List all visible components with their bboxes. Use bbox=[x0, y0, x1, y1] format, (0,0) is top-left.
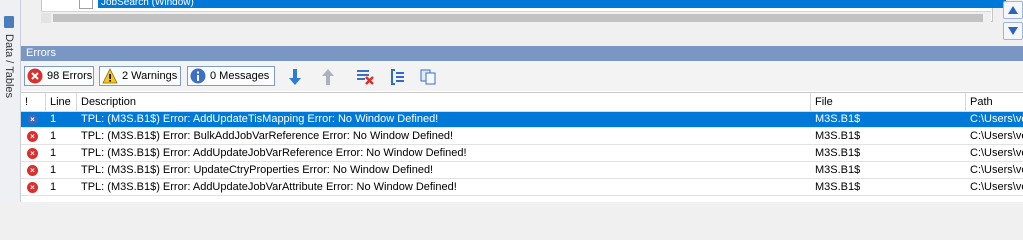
row-line: 1 bbox=[50, 113, 57, 125]
table-header: ! Line Description File Path bbox=[21, 93, 1023, 112]
row-description: TPL: (M3S.B1$) Error: AddUpdateJobVarRef… bbox=[81, 147, 467, 159]
row-file: M3S.B1$ bbox=[815, 130, 861, 142]
up-arrow-button[interactable] bbox=[1003, 1, 1023, 19]
list-bracket-icon bbox=[391, 69, 404, 85]
previous-error-button[interactable] bbox=[319, 68, 337, 86]
row-file: M3S.B1$ bbox=[815, 113, 861, 125]
down-arrow-button[interactable] bbox=[1003, 22, 1023, 40]
warnings-filter-button[interactable]: 2 Warnings bbox=[99, 66, 181, 86]
row-line: 1 bbox=[50, 164, 57, 176]
arrow-up-icon bbox=[1008, 6, 1018, 14]
clear-list-button[interactable] bbox=[357, 68, 375, 86]
errors-table: ! Line Description File Path × 1 TPL: (M… bbox=[21, 92, 1023, 203]
errors-count-label: 98 Errors bbox=[47, 70, 93, 82]
column-header-file[interactable]: File bbox=[811, 93, 966, 111]
row-line: 1 bbox=[50, 181, 57, 193]
row-path: C:\Users\ve bbox=[970, 181, 1023, 193]
row-path: C:\Users\ve bbox=[970, 113, 1023, 125]
row-file: M3S.B1$ bbox=[815, 147, 861, 159]
database-icon[interactable] bbox=[4, 16, 14, 28]
warnings-count-label: 2 Warnings bbox=[122, 70, 178, 82]
errors-toolbar: 98 Errors 2 Warnings 0 Messages bbox=[21, 61, 1023, 91]
copy-button[interactable] bbox=[419, 68, 437, 86]
arrow-down-icon bbox=[289, 69, 301, 85]
collapse-list-button[interactable] bbox=[388, 68, 406, 86]
row-line: 1 bbox=[50, 147, 57, 159]
copy-icon bbox=[420, 69, 436, 85]
error-icon: × bbox=[27, 182, 38, 193]
row-file: M3S.B1$ bbox=[815, 181, 861, 193]
scroll-left-button[interactable] bbox=[41, 13, 51, 23]
table-row[interactable]: × 1 TPL: (M3S.B1$) Error: AddUpdateJobVa… bbox=[21, 180, 1023, 196]
table-row[interactable]: × 1 TPL: (M3S.B1$) Error: AddUpdateJobVa… bbox=[21, 146, 1023, 162]
row-description: TPL: (M3S.B1$) Error: AddUpdateJobVarAtt… bbox=[81, 181, 457, 193]
tree-item-selected[interactable]: JobSearch (Window) bbox=[98, 0, 1006, 8]
tree-horizontal-scrollbar[interactable] bbox=[41, 11, 991, 24]
row-path: C:\Users\ve bbox=[970, 130, 1023, 142]
panel-title: Errors bbox=[21, 46, 1023, 61]
row-description: TPL: (M3S.B1$) Error: AddUpdateTisMappin… bbox=[81, 113, 439, 125]
arrow-up-icon bbox=[322, 69, 334, 85]
error-icon: × bbox=[27, 114, 38, 125]
arrow-down-icon bbox=[1008, 27, 1018, 35]
row-path: C:\Users\ve bbox=[970, 164, 1023, 176]
warning-icon bbox=[102, 68, 118, 84]
messages-filter-button[interactable]: 0 Messages bbox=[187, 66, 275, 86]
row-description: TPL: (M3S.B1$) Error: BulkAddJobVarRefer… bbox=[81, 130, 454, 142]
tree-scroll-wrap bbox=[21, 8, 998, 24]
data-tables-tab[interactable]: Data / Tables bbox=[3, 34, 15, 98]
error-icon: × bbox=[27, 165, 38, 176]
table-row[interactable]: × 1 TPL: (M3S.B1$) Error: UpdateCtryProp… bbox=[21, 163, 1023, 179]
row-description: TPL: (M3S.B1$) Error: UpdateCtryProperti… bbox=[81, 164, 434, 176]
scrollbar-thumb[interactable] bbox=[53, 14, 983, 22]
column-header-path[interactable]: Path bbox=[966, 93, 1023, 111]
row-file: M3S.B1$ bbox=[815, 164, 861, 176]
table-row[interactable]: × 1 TPL: (M3S.B1$) Error: AddUpdateTisMa… bbox=[21, 112, 1023, 128]
error-icon: × bbox=[27, 131, 38, 142]
column-header-description[interactable]: Description bbox=[77, 93, 811, 111]
left-sidebar: Data / Tables bbox=[0, 0, 21, 202]
clear-list-icon bbox=[357, 70, 374, 85]
row-path: C:\Users\ve bbox=[970, 147, 1023, 159]
errors-panel: Errors 98 Errors 2 Warnings 0 Messages !… bbox=[21, 46, 1023, 202]
error-icon: × bbox=[27, 148, 38, 159]
column-header-severity[interactable]: ! bbox=[21, 93, 46, 111]
info-icon bbox=[190, 68, 206, 84]
errors-filter-button[interactable]: 98 Errors bbox=[24, 66, 94, 86]
table-row[interactable]: × 1 TPL: (M3S.B1$) Error: BulkAddJobVarR… bbox=[21, 129, 1023, 145]
messages-count-label: 0 Messages bbox=[210, 70, 270, 82]
row-line: 1 bbox=[50, 130, 57, 142]
error-icon bbox=[27, 68, 43, 84]
column-header-line[interactable]: Line bbox=[46, 93, 77, 111]
next-error-button[interactable] bbox=[286, 68, 304, 86]
